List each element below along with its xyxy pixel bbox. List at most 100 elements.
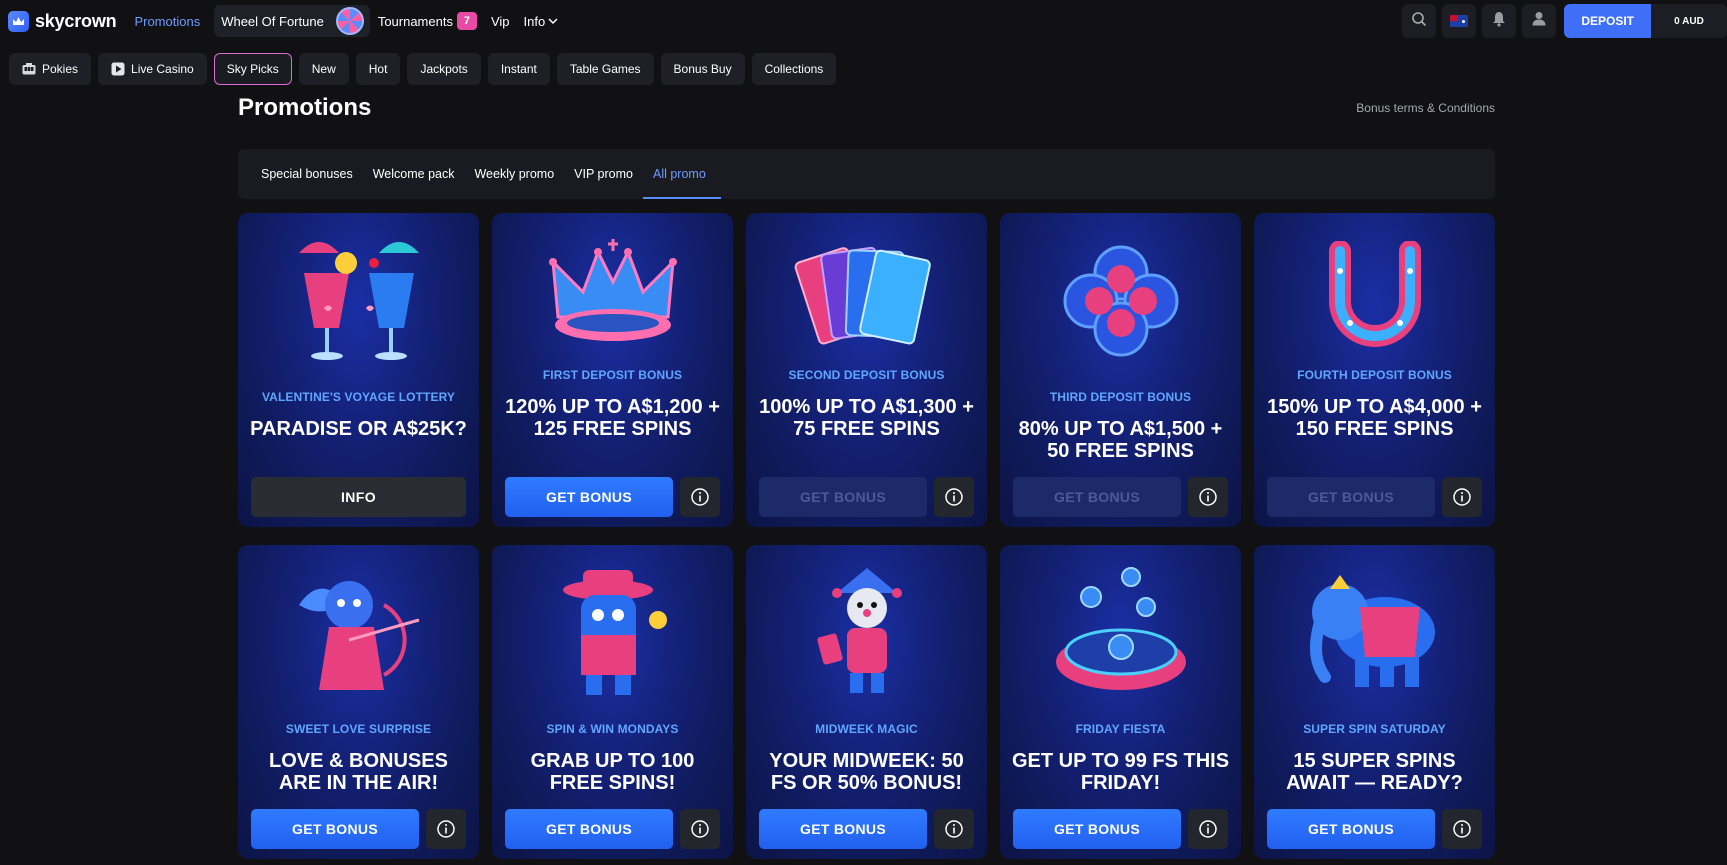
promo-card: MIDWEEK MAGIC YOUR MIDWEEK: 50 FS OR 50%…: [746, 545, 987, 859]
tab-all-promo[interactable]: All promo: [643, 149, 721, 199]
nav-info[interactable]: Info: [524, 14, 559, 29]
category-jackpots[interactable]: Jackpots: [407, 53, 481, 85]
category-new[interactable]: New: [298, 53, 349, 85]
promo-headline: 150% UP TO A$4,000 + 150 FREE SPINS: [1267, 396, 1482, 440]
promo-headline: YOUR MIDWEEK: 50 FS OR 50% BONUS!: [769, 750, 964, 794]
profile-button[interactable]: [1522, 4, 1557, 38]
promo-headline: LOVE & BONUSES ARE IN THE AIR!: [269, 750, 448, 794]
game-categories: Pokies Live Casino Sky Picks New Hot Jac…: [9, 53, 843, 85]
nav-wheel-of-fortune[interactable]: Wheel Of Fortune: [214, 5, 370, 37]
info-icon: [437, 820, 455, 838]
crown-icon: [8, 10, 29, 32]
cowboy-art: [553, 565, 673, 705]
bonus-terms-link[interactable]: Bonus terms & Conditions: [1356, 101, 1495, 115]
get-bonus-button[interactable]: GET BONUS: [251, 809, 419, 849]
bell-icon: [1492, 11, 1506, 32]
nav-tournaments-label: Tournaments: [377, 13, 453, 29]
nav-info-label: Info: [523, 13, 546, 29]
coin-portal-art: [1051, 567, 1191, 702]
promo-actions: GET BONUS: [251, 809, 466, 849]
promo-card: SPIN & WIN MONDAYS GRAB UP TO 100 FREE S…: [492, 545, 733, 859]
promo-actions: GET BONUS: [505, 809, 720, 849]
category-live-casino[interactable]: Live Casino: [98, 53, 207, 85]
promo-subtitle: FRIDAY FIESTA: [1075, 722, 1166, 736]
info-icon-button[interactable]: [680, 809, 720, 849]
get-bonus-button[interactable]: GET BONUS: [759, 809, 927, 849]
balance-display[interactable]: 0 AUD: [1651, 4, 1727, 38]
page-title: Promotions: [238, 94, 372, 121]
info-icon-button[interactable]: [680, 477, 720, 517]
get-bonus-button[interactable]: GET BONUS: [1267, 477, 1435, 517]
clover-art: [1061, 243, 1181, 363]
jester-art: [812, 563, 922, 703]
language-button[interactable]: [1442, 4, 1477, 38]
info-icon: [1199, 820, 1217, 838]
nav-promotions[interactable]: Promotions: [134, 14, 200, 29]
cocktails-art: [294, 233, 424, 373]
promo-headline: 100% UP TO A$1,300 + 75 FREE SPINS: [759, 396, 974, 440]
promo-actions: GET BONUS: [759, 477, 974, 517]
category-sky-picks[interactable]: Sky Picks: [213, 53, 292, 85]
category-bonus-buy[interactable]: Bonus Buy: [660, 53, 745, 85]
tab-weekly-promo[interactable]: Weekly promo: [474, 149, 554, 199]
category-table-games[interactable]: Table Games: [556, 53, 654, 85]
play-icon: [111, 62, 125, 76]
search-button[interactable]: [1402, 4, 1437, 38]
info-icon-button[interactable]: [934, 809, 974, 849]
tab-welcome-pack[interactable]: Welcome pack: [373, 149, 455, 199]
promo-headline: PARADISE OR A$25K?: [250, 418, 467, 440]
promo-headline: GET UP TO 99 FS THIS FRIDAY!: [1011, 750, 1230, 794]
get-bonus-button[interactable]: GET BONUS: [759, 477, 927, 517]
promo-actions: GET BONUS: [759, 809, 974, 849]
tab-special-bonuses[interactable]: Special bonuses: [261, 149, 353, 199]
promo-actions: GET BONUS: [1013, 477, 1228, 517]
brand-name: skycrown: [35, 10, 117, 31]
promo-headline: 15 SUPER SPINS AWAIT — READY?: [1286, 750, 1463, 794]
info-icon-button[interactable]: [1442, 809, 1482, 849]
category-hot[interactable]: Hot: [355, 53, 401, 85]
category-pokies[interactable]: Pokies: [9, 53, 92, 85]
category-label: Live Casino: [131, 62, 194, 76]
search-icon: [1411, 11, 1427, 32]
wheel-icon: [335, 7, 364, 35]
category-collections[interactable]: Collections: [751, 53, 837, 85]
info-icon-button[interactable]: [1188, 477, 1228, 517]
promo-card: THIRD DEPOSIT BONUS 80% UP TO A$1,500 + …: [1000, 213, 1241, 527]
elephant-art: [1300, 567, 1450, 702]
promo-card: SUPER SPIN SATURDAY 15 SUPER SPINS AWAIT…: [1254, 545, 1495, 859]
promo-subtitle: VALENTINE'S VOYAGE LOTTERY: [261, 390, 456, 404]
nav-tournaments[interactable]: Tournaments 7: [378, 12, 477, 30]
get-bonus-button[interactable]: GET BONUS: [1013, 809, 1181, 849]
deposit-button[interactable]: DEPOSIT: [1564, 4, 1651, 38]
promo-actions: GET BONUS: [1267, 477, 1482, 517]
get-bonus-button[interactable]: GET BONUS: [1267, 809, 1435, 849]
info-button[interactable]: INFO: [251, 477, 466, 517]
promo-card: FOURTH DEPOSIT BONUS 150% UP TO A$4,000 …: [1254, 213, 1495, 527]
promo-actions: INFO: [251, 477, 466, 517]
category-instant[interactable]: Instant: [487, 53, 550, 85]
promo-subtitle: FOURTH DEPOSIT BONUS: [1297, 368, 1452, 382]
promo-headline: 80% UP TO A$1,500 + 50 FREE SPINS: [1018, 418, 1223, 462]
get-bonus-button[interactable]: GET BONUS: [505, 477, 673, 517]
header-actions: DEPOSIT 0 AUD: [1402, 4, 1727, 38]
info-icon-button[interactable]: [934, 477, 974, 517]
info-icon: [1453, 820, 1471, 838]
tab-vip-promo[interactable]: VIP promo: [574, 149, 633, 199]
notifications-button[interactable]: [1482, 4, 1517, 38]
brand-logo[interactable]: skycrown: [8, 10, 117, 32]
info-icon: [945, 820, 963, 838]
nav-vip[interactable]: Vip: [491, 14, 510, 29]
get-bonus-button[interactable]: GET BONUS: [505, 809, 673, 849]
info-icon: [1199, 488, 1217, 506]
info-icon-button[interactable]: [1188, 809, 1228, 849]
info-icon-button[interactable]: [426, 809, 466, 849]
promo-subtitle: MIDWEEK MAGIC: [815, 722, 918, 736]
get-bonus-button[interactable]: GET BONUS: [1013, 477, 1181, 517]
promo-card: FIRST DEPOSIT BONUS 120% UP TO A$1,200 +…: [492, 213, 733, 527]
info-icon-button[interactable]: [1442, 477, 1482, 517]
chevron-down-icon: [548, 17, 558, 25]
promo-subtitle: FIRST DEPOSIT BONUS: [542, 368, 683, 382]
info-icon: [1453, 488, 1471, 506]
top-header: skycrown Promotions Wheel Of Fortune Tou…: [0, 0, 1727, 42]
promo-actions: GET BONUS: [1267, 809, 1482, 849]
